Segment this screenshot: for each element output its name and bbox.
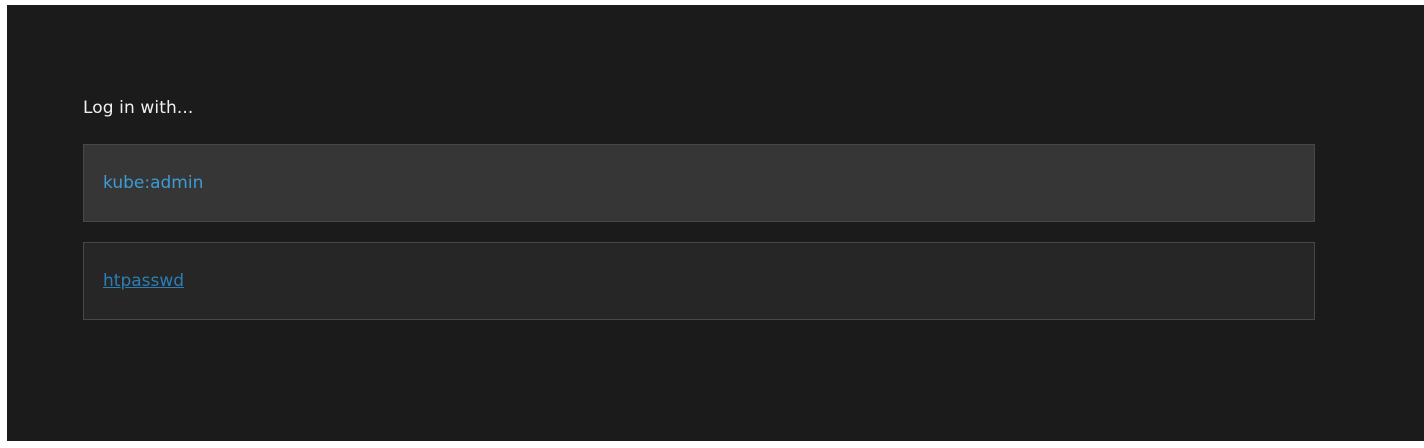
identity-provider-list: kube:admin htpasswd [83,144,1315,340]
login-heading: Log in with... [83,98,194,118]
provider-item-kube-admin[interactable]: kube:admin [83,144,1315,222]
provider-link-kube-admin[interactable]: kube:admin [103,173,203,193]
provider-link-htpasswd[interactable]: htpasswd [103,271,184,291]
login-panel: Log in with... kube:admin htpasswd [7,5,1424,441]
provider-item-htpasswd[interactable]: htpasswd [83,242,1315,320]
